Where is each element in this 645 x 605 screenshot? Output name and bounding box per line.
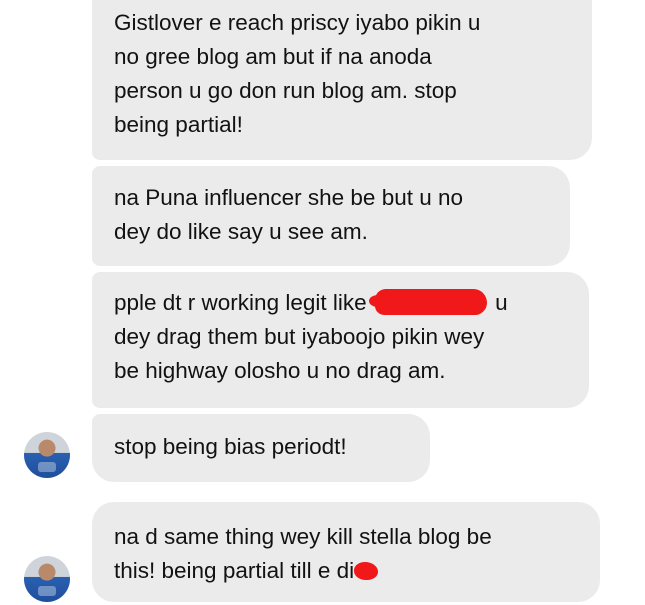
- message-text: na d same thing wey kill stella blog be: [114, 524, 492, 549]
- message-text: stop being bias periodt!: [114, 434, 347, 459]
- message-text: dey do like say u see am.: [114, 219, 368, 244]
- message-text: dey drag them but iyaboojo pikin wey: [114, 324, 485, 349]
- user-avatar-icon[interactable]: [24, 556, 70, 602]
- message-line: pple dt r working legit like u: [114, 286, 567, 320]
- message-text: no gree blog am but if na anoda: [114, 44, 432, 69]
- message-text: be highway olosho u no drag am.: [114, 358, 446, 383]
- message-text: being partial!: [114, 112, 243, 137]
- redaction-mark: [354, 562, 379, 581]
- message-text: Gistlover e reach priscy iyabo pikin u: [114, 10, 481, 35]
- message-bubble: stop being bias periodt!: [92, 414, 430, 482]
- message-bubble: na Puna influencer she be but u no dey d…: [92, 166, 570, 266]
- message-text: na Puna influencer she be but u no: [114, 185, 464, 210]
- message-bubble: na d same thing wey kill stella blog be …: [92, 502, 600, 602]
- message-bubble: Gistlover e reach priscy iyabo pikin u n…: [92, 0, 592, 160]
- message-text: this! being partial till e di: [114, 558, 355, 583]
- redaction-mark: [368, 289, 487, 316]
- user-avatar-icon[interactable]: [24, 432, 70, 478]
- message-text: person u go don run blog am. stop: [114, 78, 457, 103]
- message-text: u: [495, 290, 508, 315]
- message-line: this! being partial till e di: [114, 554, 578, 588]
- message-text: pple dt r working legit like: [114, 290, 367, 315]
- message-bubble: pple dt r working legit like u dey drag …: [92, 272, 589, 408]
